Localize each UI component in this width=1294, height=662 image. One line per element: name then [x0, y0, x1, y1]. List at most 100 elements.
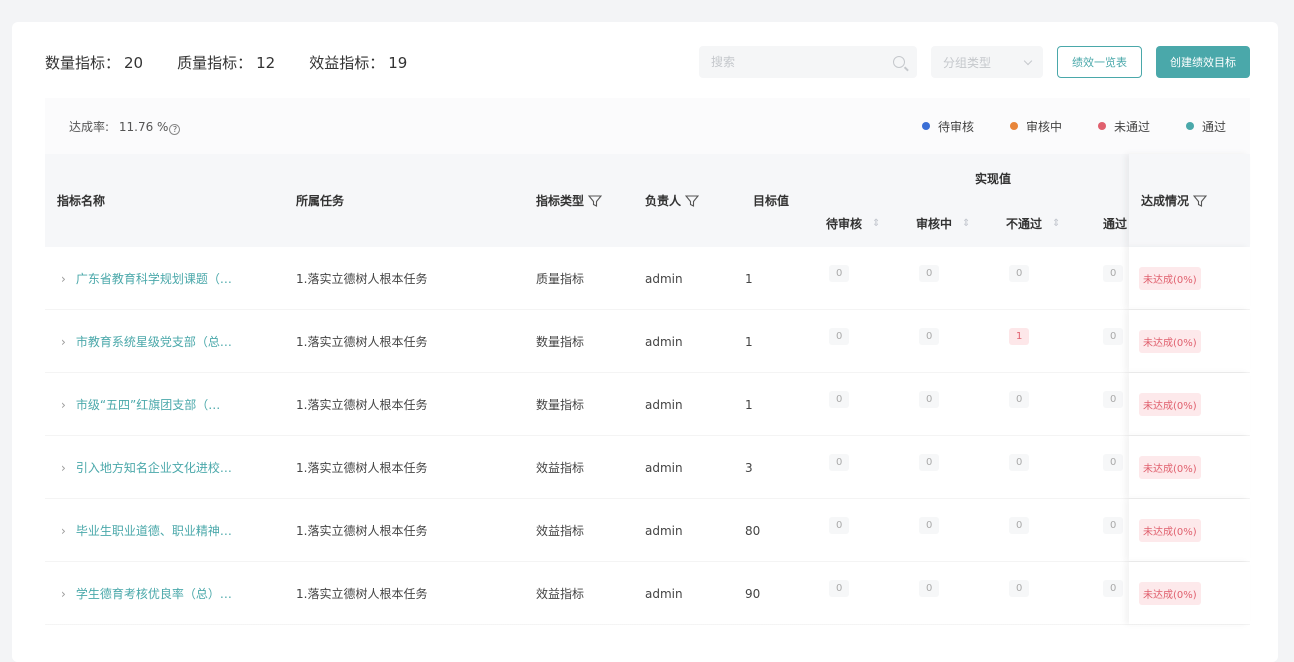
summary-bar: 达成率: 11.76 %? 待审核 审核中 未通过 通过: [45, 98, 1250, 154]
rejected-count[interactable]: 0: [1009, 391, 1030, 408]
pending-count[interactable]: 0: [829, 454, 850, 471]
fixed-status-column: 未达成(0%): [1129, 247, 1250, 309]
table-row[interactable]: › 引入地方知名企业文化进校… 1.落实立德树人根本任务 效益指标 admin 3 0 0 0 0…: [45, 436, 1250, 499]
legend-item-pending: 待审核: [921, 118, 974, 135]
column-header-task: 所属任务: [296, 194, 345, 208]
type-cell: 效益指标: [536, 524, 585, 538]
status-badge: 未达成(0%): [1139, 267, 1201, 290]
pending-count[interactable]: 0: [829, 328, 850, 345]
legend-dot: [921, 122, 930, 130]
reviewing-count[interactable]: 0: [919, 328, 940, 345]
pending-count[interactable]: 0: [829, 265, 850, 282]
column-header-label: 指标类型: [536, 194, 585, 208]
target-cell: 1: [745, 397, 753, 412]
column-header-reviewing[interactable]: 审核中 ⇕: [916, 215, 970, 232]
status-badge: 未达成(0%): [1139, 582, 1201, 605]
chevron-right-icon[interactable]: ›: [61, 587, 66, 601]
filter-icon[interactable]: [588, 194, 603, 207]
rejected-count[interactable]: 0: [1009, 454, 1030, 471]
indicator-name[interactable]: 市级“五四”红旗团支部（…: [76, 396, 220, 413]
sort-icon[interactable]: ⇕: [872, 218, 880, 229]
column-header-target: 目标值: [753, 194, 790, 208]
stat-quality: 质量指标： 12: [177, 52, 275, 73]
type-cell: 质量指标: [536, 272, 585, 286]
group-type-select[interactable]: 分组类型: [931, 46, 1043, 78]
column-header-rejected[interactable]: 不通过 ⇕: [1006, 215, 1060, 232]
search-icon[interactable]: [893, 56, 905, 68]
pending-count[interactable]: 0: [829, 580, 850, 597]
column-header-owner[interactable]: 负责人: [645, 192, 700, 209]
target-cell: 80: [745, 523, 761, 538]
indicator-name[interactable]: 毕业生职业道德、职业精神…: [76, 522, 232, 539]
indicator-name[interactable]: 引入地方知名企业文化进校…: [76, 459, 232, 476]
stat-label: 质量指标：: [177, 54, 253, 72]
indicator-name[interactable]: 学生德育考核优良率（总）…: [76, 585, 232, 602]
indicator-name[interactable]: 广东省教育科学规划课题（…: [76, 270, 232, 287]
legend-label: 通过: [1201, 120, 1226, 134]
sort-icon[interactable]: ⇕: [1052, 218, 1060, 229]
rejected-count[interactable]: 0: [1009, 517, 1030, 534]
passed-count[interactable]: 0: [1103, 580, 1124, 597]
reviewing-count[interactable]: 0: [919, 391, 940, 408]
indicator-name-link[interactable]: › 引入地方知名企业文化进校…: [61, 436, 232, 499]
legend-dot: [1097, 122, 1106, 130]
chevron-right-icon[interactable]: ›: [61, 461, 66, 475]
fixed-status-column: 未达成(0%): [1129, 310, 1250, 372]
column-header-passed: 通过: [1103, 217, 1128, 231]
chevron-right-icon[interactable]: ›: [61, 272, 66, 286]
chevron-down-icon: [1023, 56, 1033, 65]
table-row[interactable]: › 学生德育考核优良率（总）… 1.落实立德树人根本任务 效益指标 admin 90 0 0 0…: [45, 562, 1250, 625]
table-row[interactable]: › 毕业生职业道德、职业精神… 1.落实立德树人根本任务 效益指标 admin 80 0 0 0…: [45, 499, 1250, 562]
rejected-count[interactable]: 0: [1009, 580, 1030, 597]
pending-count[interactable]: 0: [829, 391, 850, 408]
search-box[interactable]: [699, 46, 917, 78]
fixed-status-column: 未达成(0%): [1129, 562, 1250, 624]
filter-icon[interactable]: [1193, 194, 1208, 207]
legend-label: 审核中: [1025, 120, 1062, 134]
filter-icon[interactable]: [685, 194, 700, 207]
indicator-name-link[interactable]: › 学生德育考核优良率（总）…: [61, 562, 232, 625]
type-cell: 数量指标: [536, 398, 585, 412]
owner-cell: admin: [645, 523, 683, 538]
passed-count[interactable]: 0: [1103, 391, 1124, 408]
chevron-right-icon[interactable]: ›: [61, 335, 66, 349]
chevron-right-icon[interactable]: ›: [61, 398, 66, 412]
rejected-count[interactable]: 1: [1009, 328, 1030, 345]
table-row[interactable]: › 市级“五四”红旗团支部（… 1.落实立德树人根本任务 数量指标 admin 1 0 0 0 0…: [45, 373, 1250, 436]
indicator-name[interactable]: 市教育系统星级党支部（总…: [76, 333, 232, 350]
indicator-name-link[interactable]: › 市教育系统星级党支部（总…: [61, 310, 232, 373]
reviewing-count[interactable]: 0: [919, 517, 940, 534]
passed-count[interactable]: 0: [1103, 328, 1124, 345]
passed-count[interactable]: 0: [1103, 265, 1124, 282]
rate-label: 达成率:: [69, 120, 110, 134]
stat-value: 12: [256, 54, 276, 72]
indicator-name-link[interactable]: › 市级“五四”红旗团支部（…: [61, 373, 220, 436]
table-row[interactable]: › 市教育系统星级党支部（总… 1.落实立德树人根本任务 数量指标 admin 1 0 0 1 0…: [45, 310, 1250, 373]
column-header-pending[interactable]: 待审核 ⇕: [826, 215, 880, 232]
performance-list-button[interactable]: 绩效一览表: [1057, 46, 1142, 78]
table-row[interactable]: › 广东省教育科学规划课题（… 1.落实立德树人根本任务 质量指标 admin 1 0 0 0 0…: [45, 247, 1250, 310]
select-placeholder: 分组类型: [943, 55, 992, 70]
sort-icon[interactable]: ⇕: [962, 218, 970, 229]
chevron-right-icon[interactable]: ›: [61, 524, 66, 538]
create-target-button[interactable]: 创建绩效目标: [1156, 46, 1250, 78]
pending-count[interactable]: 0: [829, 517, 850, 534]
indicator-name-link[interactable]: › 毕业生职业道德、职业精神…: [61, 499, 232, 562]
indicator-stats: 数量指标： 20 质量指标： 12 效益指标： 19: [45, 52, 407, 73]
column-header-label: 负责人: [645, 194, 682, 208]
target-cell: 1: [745, 271, 753, 286]
search-input[interactable]: [711, 55, 893, 69]
legend-label: 待审核: [937, 120, 974, 134]
column-header-name: 指标名称: [57, 194, 106, 208]
column-header-status[interactable]: 达成情况: [1141, 192, 1208, 209]
passed-count[interactable]: 0: [1103, 454, 1124, 471]
passed-count[interactable]: 0: [1103, 517, 1124, 534]
reviewing-count[interactable]: 0: [919, 580, 940, 597]
rejected-count[interactable]: 0: [1009, 265, 1030, 282]
task-cell: 1.落实立德树人根本任务: [296, 524, 428, 538]
column-header-type[interactable]: 指标类型: [536, 192, 603, 209]
reviewing-count[interactable]: 0: [919, 265, 940, 282]
indicator-name-link[interactable]: › 广东省教育科学规划课题（…: [61, 247, 232, 310]
reviewing-count[interactable]: 0: [919, 454, 940, 471]
question-icon[interactable]: ?: [169, 124, 181, 135]
